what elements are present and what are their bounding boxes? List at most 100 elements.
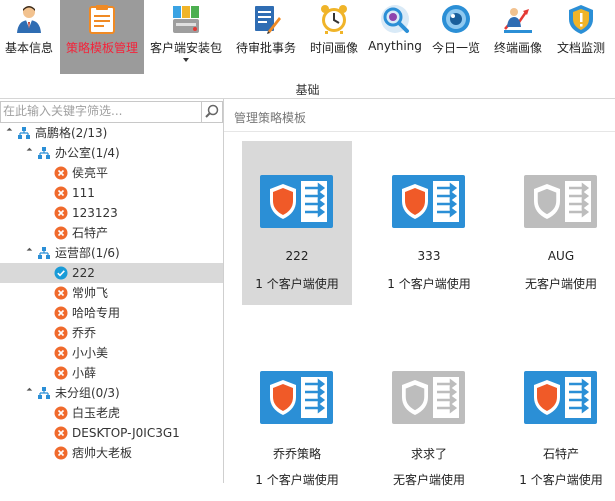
search-input[interactable]: [3, 103, 199, 119]
ribbon-button-label: 待审批事务: [235, 41, 296, 55]
tree-item[interactable]: 222: [0, 263, 223, 283]
search-icon: [205, 104, 219, 118]
tree-item-label: 未分组(0/3): [55, 386, 120, 400]
policy-template-card[interactable]: 求求了 无客户端使用: [374, 337, 484, 501]
tree-item-label: 痞帅大老板: [72, 446, 133, 460]
tree-item-label: 小小美: [72, 346, 109, 360]
client-package-icon: [173, 6, 199, 33]
tree-item[interactable]: 哈哈专用: [0, 303, 223, 323]
offline-x-icon: [54, 366, 68, 380]
policy-template-card[interactable]: 333 1 个客户端使用: [374, 141, 484, 305]
template-name: 石特产: [542, 447, 579, 461]
policy-template-card[interactable]: AUG 无客户端使用: [506, 141, 615, 305]
offline-x-icon: [54, 406, 68, 420]
policy-template-disabled-icon: [524, 175, 597, 228]
tree-item[interactable]: DESKTOP-J0IC3G1: [0, 423, 223, 443]
ribbon-button-label: 策略模板管理: [65, 41, 138, 55]
tree-item-label: 石特产: [72, 226, 109, 240]
expand-toggle-icon[interactable]: [23, 247, 33, 257]
tree-item-label: 哈哈专用: [72, 306, 121, 320]
search-box: [0, 101, 223, 123]
ribbon-button-approval[interactable]: 待审批事务: [230, 0, 302, 74]
offline-x-icon: [54, 166, 68, 180]
ribbon-button-label: 今日一览: [431, 41, 480, 55]
tree-item[interactable]: 痞帅大老板: [0, 443, 223, 463]
tree-item-label: 乔乔: [72, 326, 97, 340]
policy-template-icon: [260, 371, 333, 424]
org-group-icon: [38, 387, 50, 399]
template-name: 333: [417, 249, 441, 263]
terminal-profile-icon: [504, 8, 532, 33]
ribbon-button-label: 基本信息: [4, 41, 53, 55]
tree-group[interactable]: 运营部(1/6): [0, 243, 223, 263]
offline-x-icon: [54, 426, 68, 440]
policy-template-card[interactable]: 222 1 个客户端使用: [242, 141, 352, 305]
approval-icon: [255, 6, 281, 34]
tree-item[interactable]: 小小美: [0, 343, 223, 363]
tree-item-label: 222: [72, 266, 95, 280]
ribbon-button-terminal-profile[interactable]: 终端画像: [488, 0, 548, 74]
template-usage-status: 1 个客户端使用: [387, 277, 471, 291]
policy-template-icon: [89, 5, 115, 34]
tree-item[interactable]: 小薛: [0, 363, 223, 383]
policy-template-card[interactable]: 石特产 1 个客户端使用: [506, 337, 615, 501]
left-panel: 高鹏格(2/13) 办公室(1/4) 侯亮平 111 123123 石特产运营部(1/6)…: [0, 99, 224, 483]
offline-x-icon: [54, 346, 68, 360]
org-group-icon: [38, 147, 50, 159]
tree-root[interactable]: 高鹏格(2/13): [0, 123, 223, 143]
tree-item[interactable]: 石特产: [0, 223, 223, 243]
chevron-down-icon[interactable]: [183, 58, 189, 62]
template-name: 乔乔策略: [272, 447, 321, 461]
eye-icon: [442, 5, 470, 33]
expand-toggle-icon[interactable]: [23, 147, 33, 157]
ribbon-button-label: Anything: [368, 39, 422, 53]
tree-item-label: 常帅飞: [72, 286, 109, 300]
ribbon-button-label: 文档监测: [556, 41, 605, 55]
ribbon-button-today-overview[interactable]: 今日一览: [428, 0, 484, 74]
ribbon-button-client-package[interactable]: 客户端安装包: [146, 0, 226, 74]
tree-group[interactable]: 未分组(0/3): [0, 383, 223, 403]
ribbon-button-policy-template[interactable]: 策略模板管理: [60, 0, 144, 74]
org-group-icon: [38, 247, 50, 259]
tree-item[interactable]: 111: [0, 183, 223, 203]
divider: [224, 131, 615, 132]
policy-template-disabled-icon: [392, 371, 465, 424]
offline-x-icon: [54, 326, 68, 340]
ribbon-button-document-monitor[interactable]: 文档监测: [550, 0, 612, 74]
page-title: 管理策略模板: [234, 111, 307, 125]
tree-item-label: 123123: [72, 206, 118, 220]
template-usage-status: 1 个客户端使用: [255, 277, 339, 291]
template-usage-status: 无客户端使用: [392, 473, 465, 487]
tree-item-label: 小薛: [72, 366, 97, 380]
tree-item[interactable]: 侯亮平: [0, 163, 223, 183]
policy-template-icon: [524, 371, 597, 424]
ribbon-button-time-profile[interactable]: 时间画像: [304, 0, 364, 74]
offline-x-icon: [54, 186, 68, 200]
policy-template-card[interactable]: 乔乔策略 1 个客户端使用: [242, 337, 352, 501]
tree-item[interactable]: 白玉老虎: [0, 403, 223, 423]
tree-item[interactable]: 乔乔: [0, 323, 223, 343]
tree-item-label: 侯亮平: [72, 166, 109, 180]
online-check-icon: [54, 266, 68, 280]
ribbon-button-anything[interactable]: Anything: [366, 0, 424, 74]
ribbon-button-basic-info[interactable]: 基本信息: [0, 0, 58, 74]
tree-item-label: 办公室(1/4): [55, 146, 120, 160]
search-button[interactable]: [201, 102, 222, 122]
alarm-clock-icon: [321, 5, 347, 34]
tree-group[interactable]: 办公室(1/4): [0, 143, 223, 163]
template-usage-status: 1 个客户端使用: [255, 473, 339, 487]
offline-x-icon: [54, 306, 68, 320]
template-usage-status: 1 个客户端使用: [519, 473, 603, 487]
ribbon-button-label: 客户端安装包: [149, 41, 222, 55]
expand-toggle-icon[interactable]: [3, 127, 13, 137]
expand-toggle-icon[interactable]: [23, 387, 33, 397]
tree-item-label: 高鹏格(2/13): [35, 126, 108, 140]
tree-item-label: DESKTOP-J0IC3G1: [72, 426, 180, 440]
template-name: AUG: [547, 249, 575, 263]
tree-item[interactable]: 123123: [0, 203, 223, 223]
tree-item[interactable]: 常帅飞: [0, 283, 223, 303]
anything-search-icon: [381, 5, 409, 33]
ribbon-toolbar: 基本信息 策略模板管理 客户端安装包 待审批事务 时间画像 Anything 今…: [0, 0, 615, 99]
main-panel: 管理策略模板 222 1 个客户端使用 333 1 个客户端使用 AUG 无客户端使用 乔乔…: [224, 99, 615, 487]
tree-item-label: 运营部(1/6): [55, 246, 120, 260]
